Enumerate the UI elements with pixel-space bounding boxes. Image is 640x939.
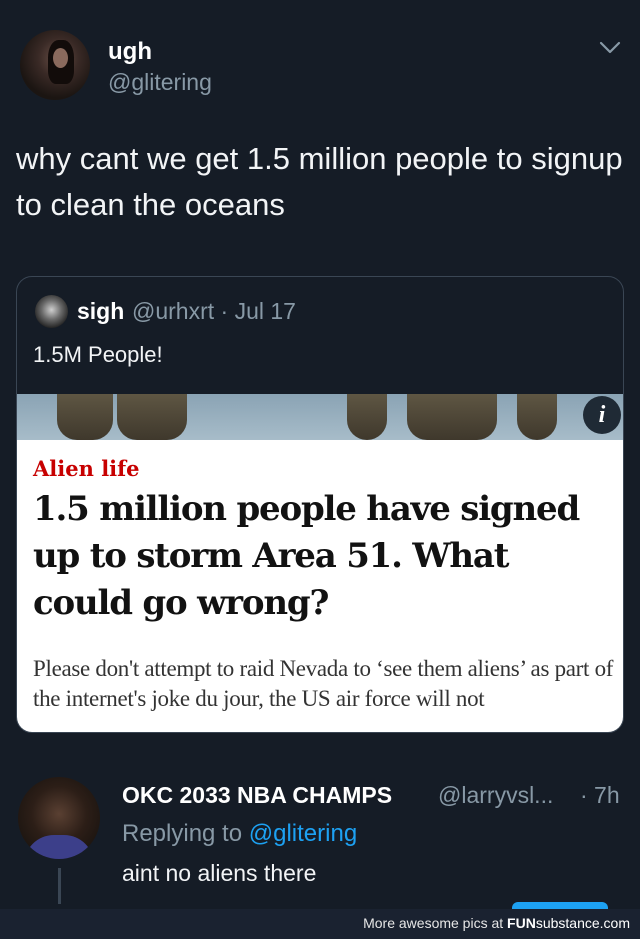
replying-to-line: Replying to @glitering <box>122 820 357 848</box>
alien-figure <box>517 394 557 440</box>
quoted-author-avatar <box>35 295 68 328</box>
avatar-shirt <box>24 835 94 859</box>
quoted-author-handle-date: @urhxrt · Jul 17 <box>132 298 296 324</box>
alien-figure <box>117 394 187 440</box>
footer-brand[interactable]: FUNsubstance.com <box>507 915 630 931</box>
replying-to-prefix: Replying to <box>122 820 243 847</box>
author-display-name[interactable]: ugh <box>108 38 152 66</box>
reply-author-handle[interactable]: @larryvsl... <box>438 782 553 809</box>
thread-connector <box>58 868 61 904</box>
watermark-footer: More awesome pics at FUNsubstance.com <box>0 909 640 939</box>
footer-text: More awesome pics at FUNsubstance.com <box>363 915 630 931</box>
alien-figure <box>57 394 113 440</box>
quoted-author-name: sigh <box>77 298 125 324</box>
article-standfirst: Please don't attempt to raid Nevada to ‘… <box>33 656 614 711</box>
avatar-face <box>53 48 68 68</box>
reply-timestamp: · 7h <box>580 782 620 808</box>
article-header-image: i <box>17 394 623 440</box>
quoted-tweet-text: 1.5M People! <box>33 342 163 367</box>
article-kicker: Alien life <box>33 456 140 481</box>
alien-figure <box>407 394 497 440</box>
author-handle[interactable]: @glitering <box>108 69 212 96</box>
info-icon[interactable]: i <box>583 396 621 434</box>
tweet-text: why cant we get 1.5 million people to si… <box>16 141 623 222</box>
article-headline: 1.5 million people have signed up to sto… <box>33 489 580 623</box>
author-avatar[interactable] <box>20 30 90 100</box>
quoted-tweet[interactable]: sigh @urhxrt · Jul 17 1.5M People! i Ali… <box>16 276 624 733</box>
footer-brand-bold: FUN <box>507 915 536 931</box>
article-screenshot: i Alien life 1.5 million people have sig… <box>17 394 623 732</box>
reply-text: aint no aliens there <box>122 860 317 886</box>
footer-brand-tld: .com <box>599 915 630 931</box>
footer-brand-thin: substance <box>535 915 600 931</box>
replying-to-link[interactable]: @glitering <box>249 820 357 847</box>
alien-figure <box>347 394 387 440</box>
chevron-down-icon[interactable] <box>598 40 622 56</box>
reply-author-name[interactable]: OKC 2033 NBA CHAMPS <box>122 782 392 809</box>
reply-author-avatar[interactable] <box>18 777 100 859</box>
footer-caption: More awesome pics at <box>363 915 504 931</box>
